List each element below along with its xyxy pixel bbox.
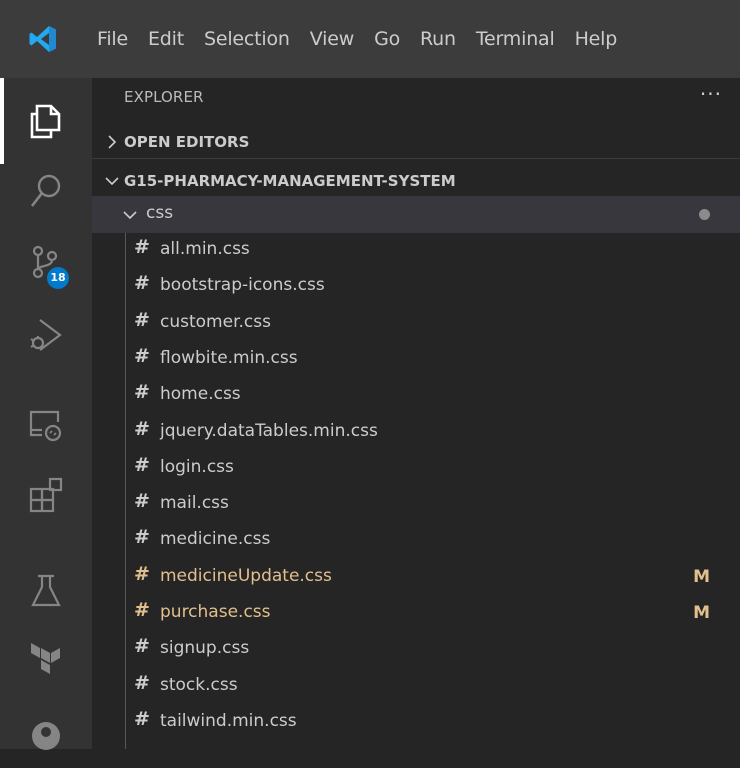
source-control-badge: 18 xyxy=(47,267,69,289)
open-editors-section[interactable]: OPEN EDITORS xyxy=(92,122,740,162)
file-item[interactable]: # bootstrap-icons.css xyxy=(92,269,740,305)
file-name: home.css xyxy=(160,384,241,405)
css-file-icon: # xyxy=(134,599,150,621)
terraform-icon xyxy=(31,643,60,674)
file-item[interactable]: # medicineUpdate.css M xyxy=(92,560,740,596)
menu-run[interactable]: Run xyxy=(410,0,466,78)
folder-name: css xyxy=(146,203,174,223)
css-file-icon: # xyxy=(134,490,150,513)
file-item[interactable]: # purchase.css M xyxy=(92,596,740,632)
run-debug-icon xyxy=(30,319,62,351)
menu-view[interactable]: View xyxy=(300,0,364,78)
menu-file[interactable]: File xyxy=(87,0,138,78)
activity-bar: 18 xyxy=(0,78,92,750)
file-item[interactable]: # home.css xyxy=(92,378,740,414)
testing-icon xyxy=(31,574,61,607)
remote-explorer-activity-button[interactable] xyxy=(0,390,92,460)
css-file-icon: # xyxy=(134,236,150,258)
explorer-activity-button[interactable] xyxy=(0,78,92,164)
chevron-right-icon xyxy=(108,135,117,149)
menu-go[interactable]: Go xyxy=(364,0,410,78)
css-file-icon: # xyxy=(134,526,150,549)
file-name: all.min.css xyxy=(160,239,250,259)
file-item[interactable]: # all.min.css xyxy=(92,233,740,269)
accounts-icon xyxy=(32,722,60,750)
file-name: bootstrap-icons.css xyxy=(160,275,325,296)
file-name: medicine.css xyxy=(160,529,271,550)
title-bar: File Edit Selection View Go Run Terminal Help xyxy=(0,0,740,78)
accounts-activity-button[interactable] xyxy=(0,698,92,768)
remote-explorer-icon xyxy=(29,410,62,442)
menu-bar: File Edit Selection View Go Run Terminal Help xyxy=(87,0,627,78)
more-actions-button[interactable]: ··· xyxy=(700,82,722,106)
file-name: jquery.dataTables.min.css xyxy=(160,420,378,441)
file-item[interactable]: # flowbite.min.css xyxy=(92,342,740,378)
css-file-icon: # xyxy=(134,562,150,585)
file-name: customer.css xyxy=(160,311,271,332)
folder-css[interactable]: css xyxy=(92,196,740,233)
section-divider xyxy=(92,158,740,159)
css-file-icon: # xyxy=(134,635,150,658)
testing-activity-button[interactable] xyxy=(0,556,92,626)
modified-dot-icon xyxy=(699,209,710,220)
file-item[interactable]: # signup.css xyxy=(92,632,740,668)
css-file-icon: # xyxy=(134,381,150,404)
git-status-badge: M xyxy=(693,603,710,623)
file-name: signup.css xyxy=(160,638,250,659)
css-file-icon: # xyxy=(134,671,150,694)
menu-terminal[interactable]: Terminal xyxy=(466,0,565,78)
file-name: mail.css xyxy=(160,493,229,514)
file-item[interactable]: # login.css xyxy=(92,451,740,487)
file-item[interactable]: # tailwind.min.css xyxy=(92,705,740,741)
file-item[interactable]: # medicine.css xyxy=(92,523,740,559)
search-icon xyxy=(30,174,61,207)
search-activity-button[interactable] xyxy=(0,156,92,226)
menu-help[interactable]: Help xyxy=(565,0,628,78)
open-editors-label: OPEN EDITORS xyxy=(124,133,250,151)
file-name: flowbite.min.css xyxy=(160,347,298,368)
explorer-sidebar: EXPLORER ··· OPEN EDITORS G15-PHARMACY-M… xyxy=(92,78,740,749)
css-file-icon: # xyxy=(134,707,150,730)
css-file-icon: # xyxy=(134,344,150,367)
chevron-down-icon xyxy=(123,211,137,220)
file-name: tailwind.min.css xyxy=(160,710,297,731)
css-file-icon: # xyxy=(134,417,150,440)
menu-edit[interactable]: Edit xyxy=(138,0,194,78)
git-status-badge: M xyxy=(693,566,710,587)
extensions-icon xyxy=(29,477,63,513)
explorer-header: EXPLORER ··· xyxy=(92,78,740,116)
file-name: medicineUpdate.css xyxy=(160,565,332,586)
extensions-activity-button[interactable] xyxy=(0,460,92,530)
file-item[interactable]: # jquery.dataTables.min.css xyxy=(92,415,740,451)
file-item[interactable]: # customer.css xyxy=(92,306,740,342)
css-file-icon: # xyxy=(134,272,150,295)
source-control-activity-button[interactable]: 18 xyxy=(0,228,92,298)
run-debug-activity-button[interactable] xyxy=(0,300,92,370)
explorer-icon xyxy=(30,104,61,139)
file-name: login.css xyxy=(160,456,234,477)
file-item[interactable]: # mail.css xyxy=(92,487,740,523)
explorer-title: EXPLORER xyxy=(124,88,204,106)
file-name: stock.css xyxy=(160,674,238,695)
menu-selection[interactable]: Selection xyxy=(194,0,300,78)
css-file-icon: # xyxy=(134,308,150,331)
chevron-down-icon xyxy=(105,177,119,186)
file-name: purchase.css xyxy=(160,602,271,622)
terraform-activity-button[interactable] xyxy=(0,622,92,692)
workspace-section[interactable]: G15-PHARMACY-MANAGEMENT-SYSTEM xyxy=(92,161,740,201)
vscode-logo-icon[interactable] xyxy=(28,24,58,54)
file-item[interactable]: # stock.css xyxy=(92,669,740,705)
workspace-label: G15-PHARMACY-MANAGEMENT-SYSTEM xyxy=(124,172,456,190)
css-file-icon: # xyxy=(134,453,150,476)
